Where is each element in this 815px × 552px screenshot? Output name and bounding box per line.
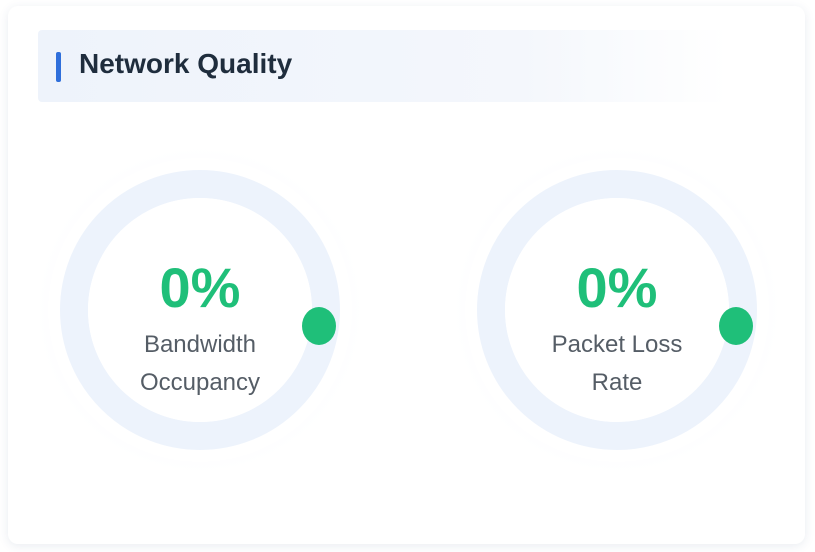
gauge-value: 0%: [576, 256, 658, 319]
header-accent-bar: [56, 52, 61, 82]
bandwidth-occupancy-gauge: 0% Bandwidth Occupancy: [30, 140, 370, 480]
gauge-value: 0%: [159, 256, 241, 319]
gauge-label-line2: Rate: [591, 369, 643, 396]
gauge-label-line1: Bandwidth: [143, 331, 257, 358]
gauge-label-line2: Occupancy: [139, 369, 261, 396]
gauge-label-line1: Packet Loss: [551, 331, 683, 358]
gauge-label: Packet Loss Rate: [517, 326, 717, 402]
packet-loss-rate-gauge: 0% Packet Loss Rate: [447, 140, 787, 480]
gauge-label: Bandwidth Occupancy: [100, 326, 300, 402]
card-title: Network Quality: [79, 48, 293, 79]
